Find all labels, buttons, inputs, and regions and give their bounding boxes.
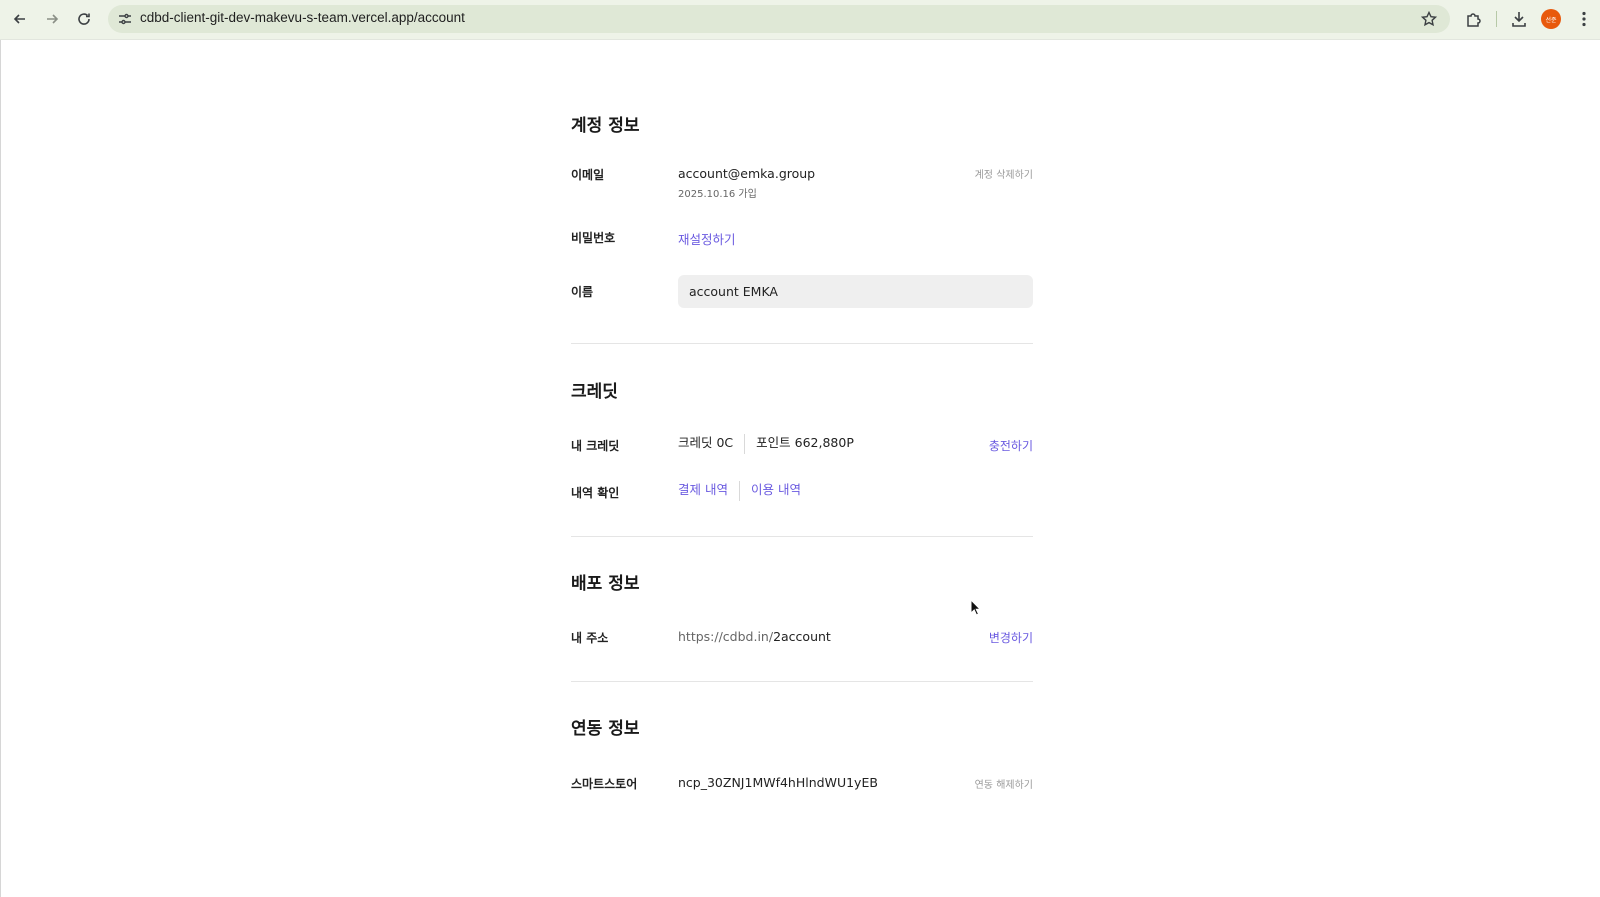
bookmark-star-icon[interactable]	[1420, 10, 1438, 28]
address-label: 내 주소	[571, 631, 609, 645]
join-date: 2025.10.16 가입	[678, 189, 757, 200]
site-info-icon[interactable]	[116, 10, 134, 28]
name-label: 이름	[571, 285, 594, 299]
back-icon[interactable]	[9, 8, 31, 30]
forward-icon[interactable]	[41, 8, 63, 30]
account-section-title: 계정 정보	[571, 116, 640, 136]
reload-icon[interactable]	[73, 8, 95, 30]
extensions-icon[interactable]	[1464, 9, 1484, 29]
password-label: 비밀번호	[571, 231, 616, 245]
address-value: https://cdbd.in/2account	[678, 629, 831, 644]
history-label: 내역 확인	[571, 486, 620, 500]
my-credit-label: 내 크레딧	[571, 439, 620, 453]
password-reset-link[interactable]: 재설정하기	[678, 229, 736, 248]
integration-section-title: 연동 정보	[571, 719, 640, 739]
mouse-cursor-icon	[970, 599, 982, 616]
payment-history-link[interactable]: 결제 내역	[678, 482, 728, 497]
menu-kebab-icon[interactable]	[1574, 9, 1594, 29]
address-prefix: https://cdbd.in/	[678, 629, 774, 644]
link-separator	[738, 480, 740, 501]
toolbar-divider	[1496, 11, 1497, 27]
history-links: 결제 내역 이용 내역	[678, 479, 801, 501]
section-divider	[571, 681, 1033, 682]
email-value: account@emka.group	[678, 166, 816, 181]
profile-avatar[interactable]: 선준	[1541, 9, 1561, 29]
browser-toolbar: cdbd-client-git-dev-makevu-s-team.vercel…	[0, 0, 1600, 40]
url-text[interactable]: cdbd-client-git-dev-makevu-s-team.vercel…	[140, 10, 465, 25]
smartstore-value: ncp_30ZNJ1MWf4hHlndWU1yEB	[678, 775, 878, 790]
section-divider	[571, 343, 1033, 344]
credit-section-title: 크레딧	[571, 382, 618, 402]
charge-button[interactable]: 충전하기	[989, 437, 1033, 454]
credit-value: 크레딧 0C	[678, 435, 734, 450]
smartstore-label: 스마트스토어	[571, 777, 638, 791]
email-label: 이메일	[571, 168, 605, 182]
download-icon[interactable]	[1509, 9, 1529, 29]
credit-summary: 크레딧 0C 포인트 662,880P	[678, 432, 854, 454]
value-separator	[744, 433, 746, 454]
change-address-button[interactable]: 변경하기	[989, 629, 1033, 646]
section-divider	[571, 536, 1033, 537]
name-input[interactable]: account EMKA	[678, 275, 1033, 308]
point-value: 포인트 662,880P	[756, 435, 854, 450]
address-slug: 2account	[773, 629, 831, 644]
usage-history-link[interactable]: 이용 내역	[751, 482, 801, 497]
address-bar[interactable]: cdbd-client-git-dev-makevu-s-team.vercel…	[108, 5, 1450, 33]
page-edge	[0, 40, 1, 897]
unlink-button[interactable]: 연동 해제하기	[975, 776, 1033, 791]
delete-account-button[interactable]: 계정 삭제하기	[975, 166, 1033, 181]
deploy-section-title: 배포 정보	[571, 574, 640, 594]
